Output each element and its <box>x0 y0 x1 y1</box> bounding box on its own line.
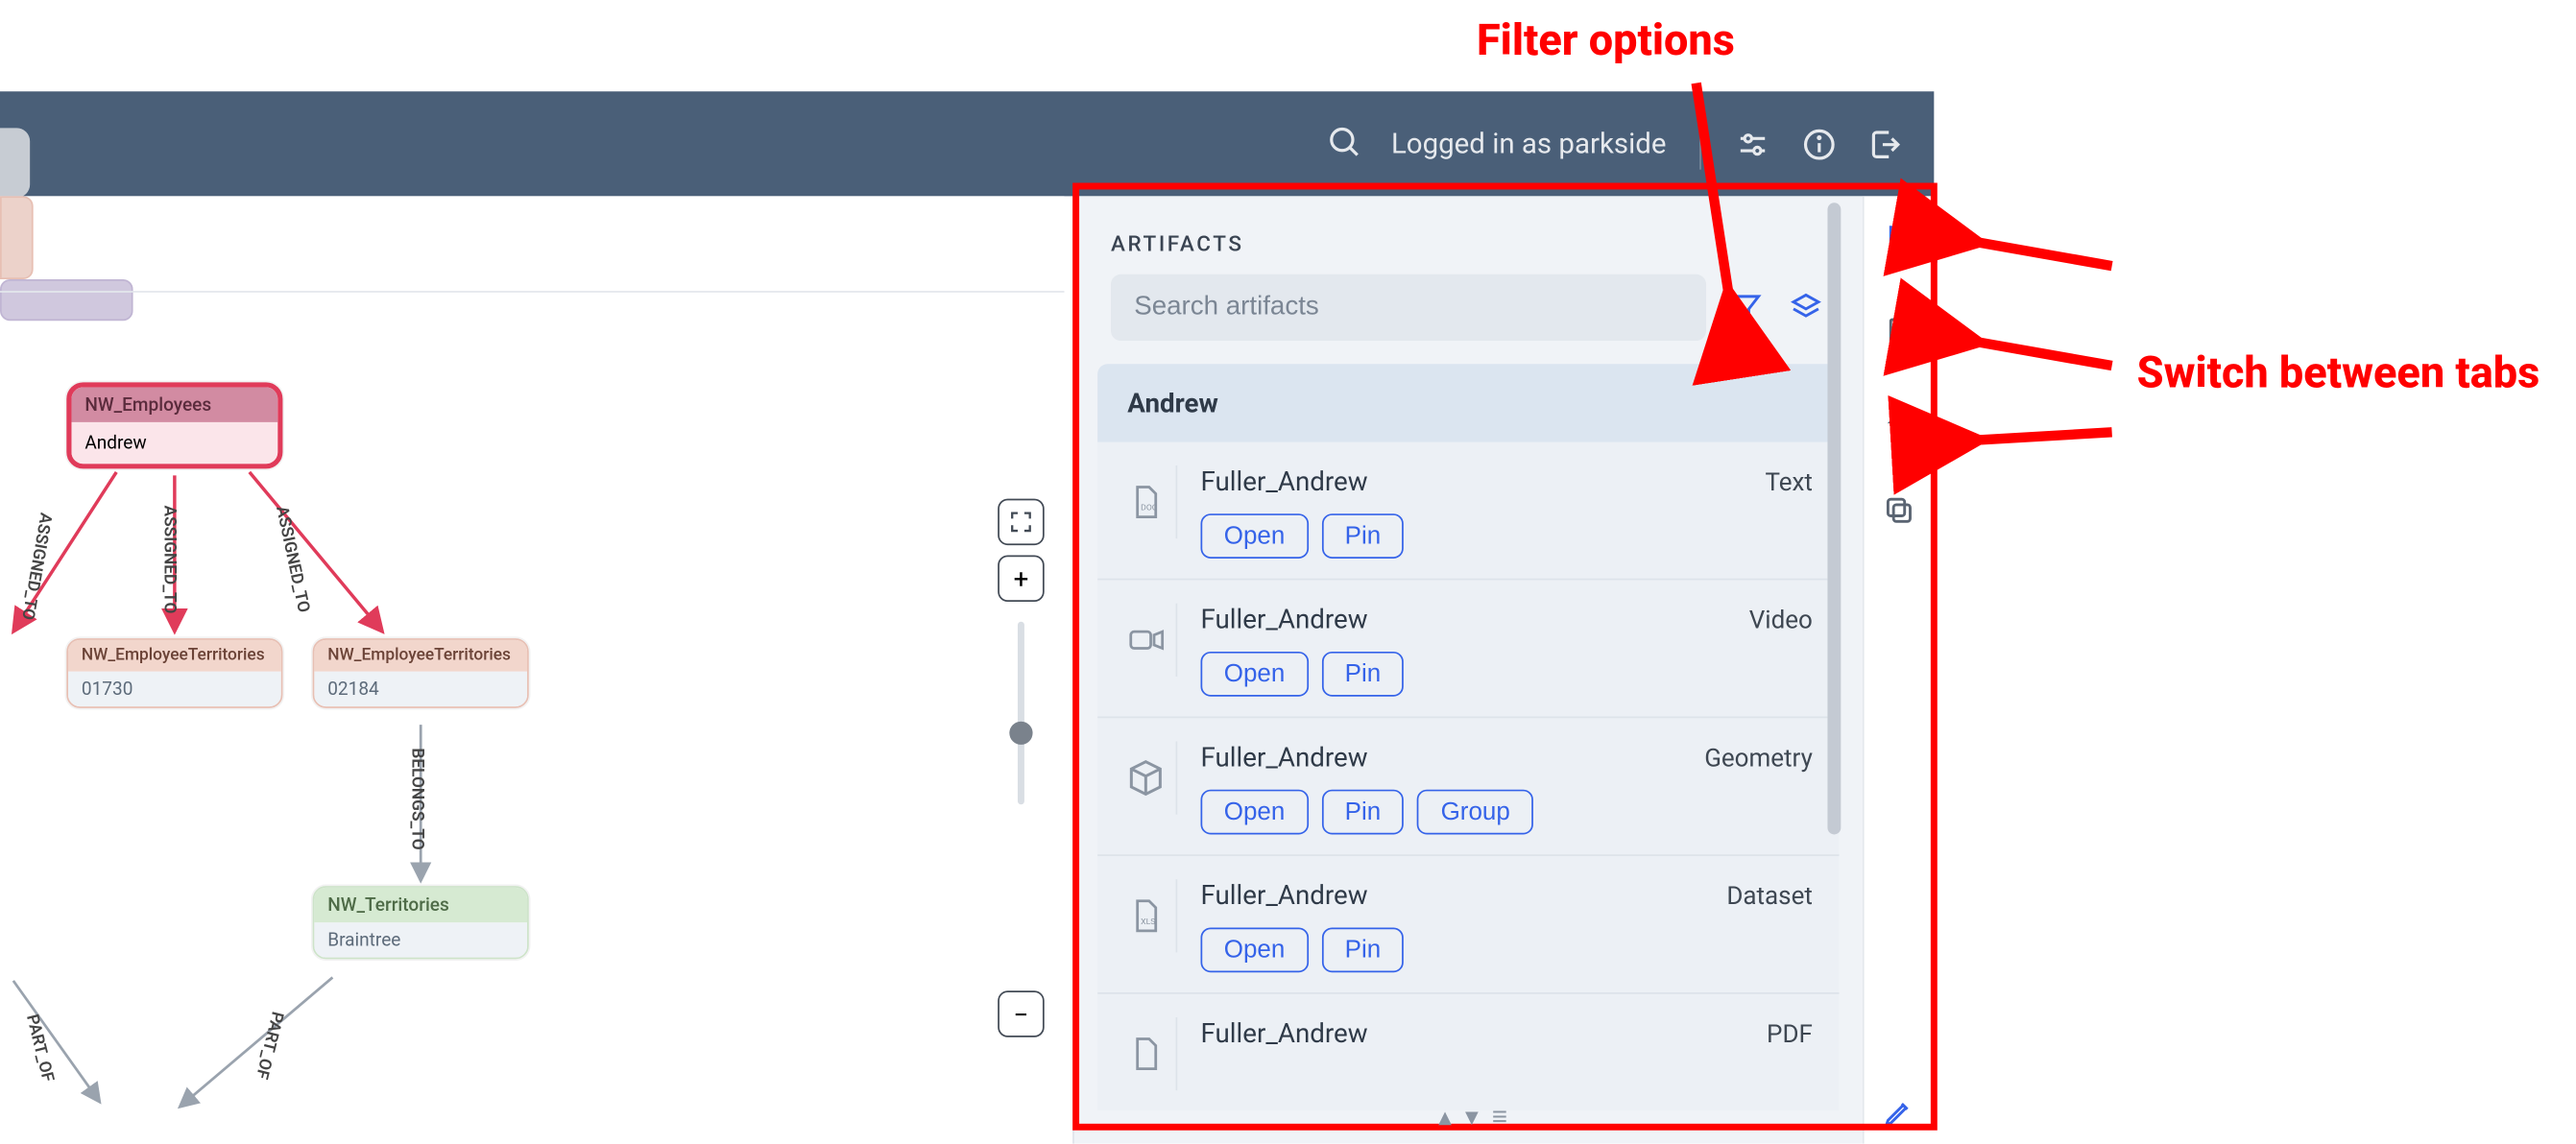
edge-label: ASSIGNED_TO <box>17 512 54 621</box>
edge-label: PART_OF <box>22 1013 57 1084</box>
edge-label: PART_OF <box>252 1010 286 1081</box>
chevron-up-icon[interactable]: ▴ <box>1438 1101 1452 1134</box>
topbar-divider <box>1699 119 1701 169</box>
zoom-in-button[interactable]: + <box>998 555 1044 601</box>
graph-node-clipped[interactable] <box>0 279 133 321</box>
node-type-label: NW_Territories <box>314 888 527 922</box>
annotation-box-panel <box>1072 183 1938 1131</box>
logout-icon[interactable] <box>1867 126 1904 162</box>
node-body-label: Andrew <box>71 422 277 464</box>
node-body-label: Braintree <box>314 922 527 957</box>
fullscreen-button[interactable] <box>998 499 1044 545</box>
node-body-label: 02184 <box>314 672 527 706</box>
info-icon[interactable] <box>1801 126 1838 162</box>
graph-node-employees[interactable]: NW_Employees Andrew <box>66 382 282 468</box>
menu-icon[interactable]: ≡ <box>1492 1101 1507 1134</box>
annotation-filter-label: Filter options <box>1477 16 1735 66</box>
chevron-down-icon[interactable]: ▾ <box>1465 1101 1479 1134</box>
node-type-label: NW_EmployeeTerritories <box>68 640 281 672</box>
graph-node-et-clipped[interactable] <box>0 196 34 279</box>
graph-node-et-02184[interactable]: NW_EmployeeTerritories 02184 <box>313 638 529 708</box>
annotation-tabs-label: Switch between tabs <box>2137 349 2540 399</box>
settings-sliders-icon[interactable] <box>1734 126 1770 162</box>
node-type-label: NW_Employees <box>71 388 277 422</box>
collapsed-left-tab[interactable] <box>0 128 30 198</box>
zoom-slider[interactable] <box>1018 622 1024 805</box>
top-bar: Logged in as parkside <box>0 91 1934 196</box>
panel-footer-controls: ▴ ▾ ≡ <box>1438 1101 1507 1134</box>
edge-label: BELONGS_TO <box>407 748 425 849</box>
zoom-controls: + − <box>998 499 1044 1037</box>
graph-canvas[interactable]: NW_Employees Andrew NW_EmployeeTerritori… <box>0 196 1064 1143</box>
logged-in-label: Logged in as parkside <box>1391 127 1667 160</box>
node-body-label: 01730 <box>68 672 281 706</box>
zoom-thumb[interactable] <box>1009 722 1032 745</box>
edge-label: ASSIGNED_TO <box>272 505 312 614</box>
node-type-label: NW_EmployeeTerritories <box>314 640 527 672</box>
search-icon[interactable] <box>1325 122 1361 165</box>
zoom-out-button[interactable]: − <box>998 990 1044 1037</box>
graph-node-territories[interactable]: NW_Territories Braintree <box>313 886 529 959</box>
graph-node-et-01730[interactable]: NW_EmployeeTerritories 01730 <box>66 638 282 708</box>
edge-label: ASSIGNED_TO <box>159 506 178 614</box>
